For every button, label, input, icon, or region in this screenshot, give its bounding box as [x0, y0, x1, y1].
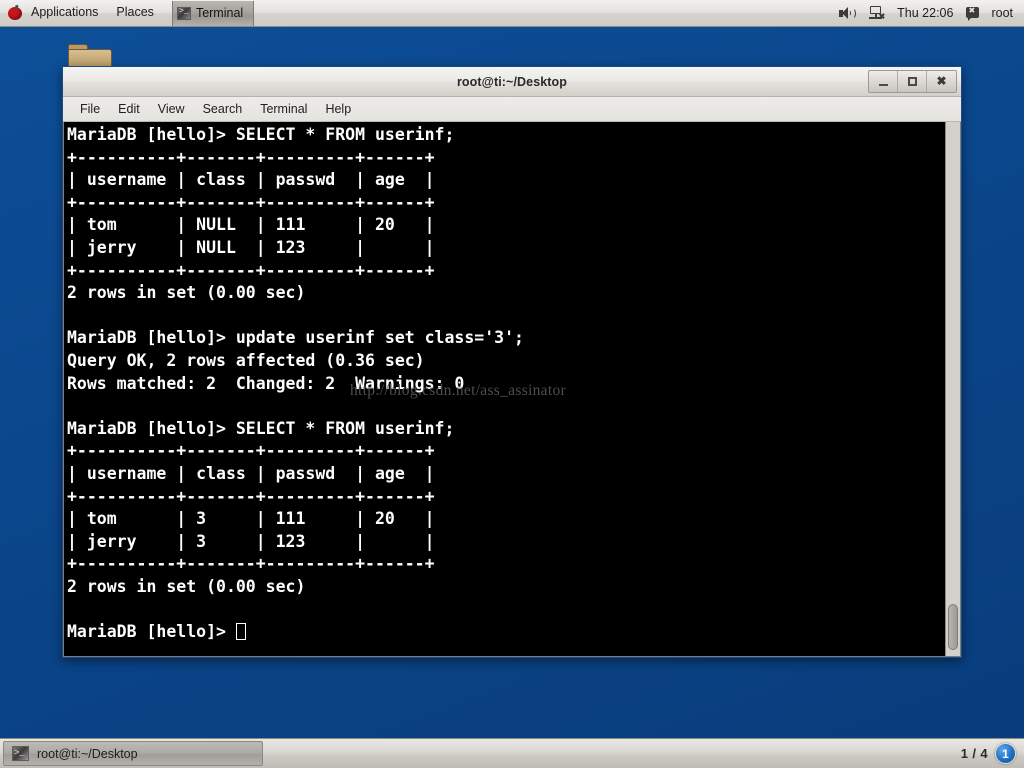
- terminal-icon: [12, 746, 29, 761]
- window-button-label: Terminal: [195, 6, 244, 20]
- top-panel: Applications Places Terminal ✖ Thu: [0, 0, 1024, 27]
- system-tray: ✖ Thu 22:06 root: [832, 0, 1024, 27]
- terminal-line: +----------+-------+---------+------+: [67, 554, 435, 574]
- terminal-line: | tom | 3 | 111 | 20 |: [67, 509, 435, 529]
- terminal-line: MariaDB [hello]>: [67, 621, 945, 644]
- menu-view[interactable]: View: [149, 99, 194, 119]
- clock[interactable]: Thu 22:06: [891, 6, 959, 20]
- terminal-line: 2 rows in set (0.00 sec): [67, 576, 306, 596]
- terminal-line: +----------+-------+---------+------+: [67, 486, 435, 506]
- terminal-line: | username | class | passwd | age |: [67, 170, 435, 190]
- menu-edit[interactable]: Edit: [109, 99, 149, 119]
- applications-menu[interactable]: Applications: [29, 2, 107, 24]
- speaker-icon[interactable]: [832, 0, 861, 27]
- terminal-line: | tom | NULL | 111 | 20 |: [67, 215, 435, 235]
- desktop: Applications Places Terminal ✖ Thu: [0, 0, 1024, 768]
- network-disconnected-icon[interactable]: ✖: [861, 0, 891, 27]
- terminal-icon: [176, 6, 191, 20]
- terminal-line: Query OK, 2 rows affected (0.36 sec): [67, 350, 425, 370]
- workspace-switcher[interactable]: 1 / 4 1: [961, 743, 1024, 764]
- terminal-line: MariaDB [hello]> SELECT * FROM userinf;: [67, 125, 455, 144]
- workspace-current-badge[interactable]: 1: [995, 743, 1016, 764]
- terminal-area[interactable]: MariaDB [hello]> SELECT * FROM userinf; +…: [63, 122, 961, 657]
- workspace-count: 1 / 4: [960, 746, 988, 761]
- scrollbar-thumb[interactable]: [948, 604, 958, 650]
- terminal-scrollbar[interactable]: [945, 122, 960, 656]
- places-menu[interactable]: Places: [107, 2, 163, 24]
- window-controls: ✖: [868, 70, 957, 93]
- menu-terminal[interactable]: Terminal: [251, 99, 316, 119]
- window-button-terminal[interactable]: Terminal: [171, 0, 255, 26]
- terminal-line: | jerry | NULL | 123 | |: [67, 237, 435, 257]
- window-title: root@ti:~/Desktop: [456, 74, 568, 89]
- maximize-icon[interactable]: [898, 71, 927, 92]
- terminal-window: root@ti:~/Desktop ✖ File Edit View Searc…: [62, 66, 962, 658]
- close-icon[interactable]: ✖: [927, 71, 956, 92]
- terminal-line: Rows matched: 2 Changed: 2 Warnings: 0: [67, 373, 465, 393]
- minimize-icon[interactable]: [869, 71, 898, 92]
- menu-bar: File Edit View Search Terminal Help: [63, 97, 961, 122]
- menu-help[interactable]: Help: [316, 99, 360, 119]
- terminal-line: MariaDB [hello]> SELECT * FROM userinf;: [67, 418, 455, 438]
- terminal-line: +----------+-------+---------+------+: [67, 260, 435, 280]
- terminal-line: MariaDB [hello]> update userinf set clas…: [67, 328, 524, 348]
- menu-file[interactable]: File: [71, 99, 109, 119]
- taskbar-button-terminal[interactable]: root@ti:~/Desktop: [3, 741, 263, 766]
- title-bar[interactable]: root@ti:~/Desktop ✖: [63, 67, 961, 97]
- bottom-panel: root@ti:~/Desktop 1 / 4 1: [0, 738, 1024, 768]
- taskbar-button-label: root@ti:~/Desktop: [37, 746, 138, 761]
- terminal-line: 2 rows in set (0.00 sec): [67, 283, 306, 303]
- terminal-line: +----------+-------+---------+------+: [67, 192, 435, 212]
- terminal-line: +----------+-------+---------+------+: [67, 441, 435, 461]
- terminal-line: | username | class | passwd | age |: [67, 463, 435, 483]
- terminal-line: +----------+-------+---------+------+: [67, 147, 435, 167]
- menu-search[interactable]: Search: [194, 99, 252, 119]
- user-label[interactable]: root: [987, 6, 1017, 20]
- terminal-line: | jerry | 3 | 123 | |: [67, 531, 435, 551]
- fedora-logo-icon[interactable]: [8, 4, 23, 21]
- terminal-cursor: [235, 623, 246, 641]
- user-icon[interactable]: [959, 0, 987, 27]
- terminal-output[interactable]: MariaDB [hello]> SELECT * FROM userinf; +…: [64, 122, 945, 656]
- window-list: Terminal: [171, 0, 255, 26]
